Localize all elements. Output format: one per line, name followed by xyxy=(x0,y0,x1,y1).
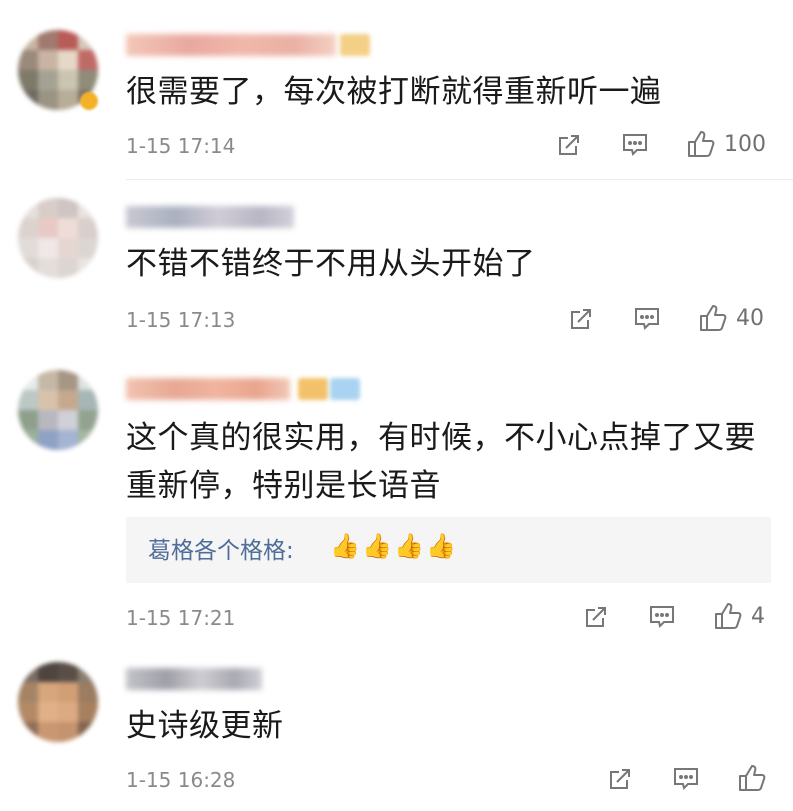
reply-button[interactable] xyxy=(672,766,700,792)
thumbs-up-emoji-icon: 👍 xyxy=(426,532,456,560)
thumbs-up-emoji-icon: 👍 xyxy=(362,532,392,560)
share-icon xyxy=(559,135,579,155)
like-icon xyxy=(700,305,727,331)
user-badge-icon xyxy=(340,34,370,56)
share-button[interactable] xyxy=(568,306,594,332)
comment-icon xyxy=(650,606,674,628)
comment-time: 1-15 17:14 xyxy=(126,134,236,158)
username[interactable] xyxy=(126,206,294,228)
comment-item: 这个真的很实用，有时候，不小心点掉了又要 重新停，特别是长语音 葛格各个格格: … xyxy=(0,350,793,650)
thumbs-up-emoji-icon: 👍 xyxy=(330,532,360,560)
share-icon xyxy=(586,607,606,627)
avatar[interactable] xyxy=(18,198,98,278)
comment-item: 史诗级更新 1-15 16:28 xyxy=(0,650,793,811)
share-icon xyxy=(610,769,630,789)
share-icon xyxy=(571,309,591,329)
share-button[interactable] xyxy=(556,132,582,158)
username[interactable] xyxy=(126,378,290,400)
like-count: 40 xyxy=(736,305,764,331)
reply-author[interactable]: 葛格各个格格: xyxy=(148,531,294,565)
comment-time: 1-15 16:28 xyxy=(126,768,236,792)
comment-icon xyxy=(635,308,659,330)
comment-text: 重新停，特别是长语音 xyxy=(126,468,441,504)
thumbs-up-emoji-icon: 👍 xyxy=(394,532,424,560)
like-button[interactable]: 100 xyxy=(686,130,766,158)
comment-text: 史诗级更新 xyxy=(126,708,284,744)
user-badge-icon xyxy=(330,378,360,400)
reply-button[interactable] xyxy=(648,604,676,630)
comment-icon xyxy=(623,134,647,156)
like-icon xyxy=(739,765,766,791)
like-button[interactable]: 40 xyxy=(698,304,764,332)
comment-text: 不错不错终于不用从头开始了 xyxy=(126,246,536,282)
like-button[interactable]: 4 xyxy=(713,602,765,630)
like-icon xyxy=(715,603,742,629)
share-button[interactable] xyxy=(607,766,633,792)
comment-icon xyxy=(674,768,698,790)
like-count: 4 xyxy=(751,603,765,629)
like-count: 100 xyxy=(724,131,766,157)
comment-item: 很需要了，每次被打断就得重新听一遍 1-15 17:14 100 xyxy=(0,0,793,180)
comment-time: 1-15 17:13 xyxy=(126,308,236,332)
comment-item: 不错不错终于不用从头开始了 1-15 17:13 40 xyxy=(0,180,793,350)
like-icon xyxy=(688,131,715,157)
user-badge-icon xyxy=(298,378,328,400)
comment-text: 这个真的很实用，有时候，不小心点掉了又要 xyxy=(126,420,756,456)
username[interactable] xyxy=(126,668,262,690)
comment-text: 很需要了，每次被打断就得重新听一遍 xyxy=(126,74,662,110)
avatar[interactable] xyxy=(18,370,98,450)
avatar[interactable] xyxy=(18,662,98,742)
vip-badge-icon xyxy=(80,92,98,110)
like-button[interactable] xyxy=(737,764,775,792)
username[interactable] xyxy=(126,34,336,56)
share-button[interactable] xyxy=(583,604,609,630)
comment-time: 1-15 17:21 xyxy=(126,606,236,630)
reply-button[interactable] xyxy=(633,306,661,332)
reply-preview[interactable]: 葛格各个格格: 👍 👍 👍 👍 xyxy=(126,517,771,583)
reply-button[interactable] xyxy=(621,132,649,158)
